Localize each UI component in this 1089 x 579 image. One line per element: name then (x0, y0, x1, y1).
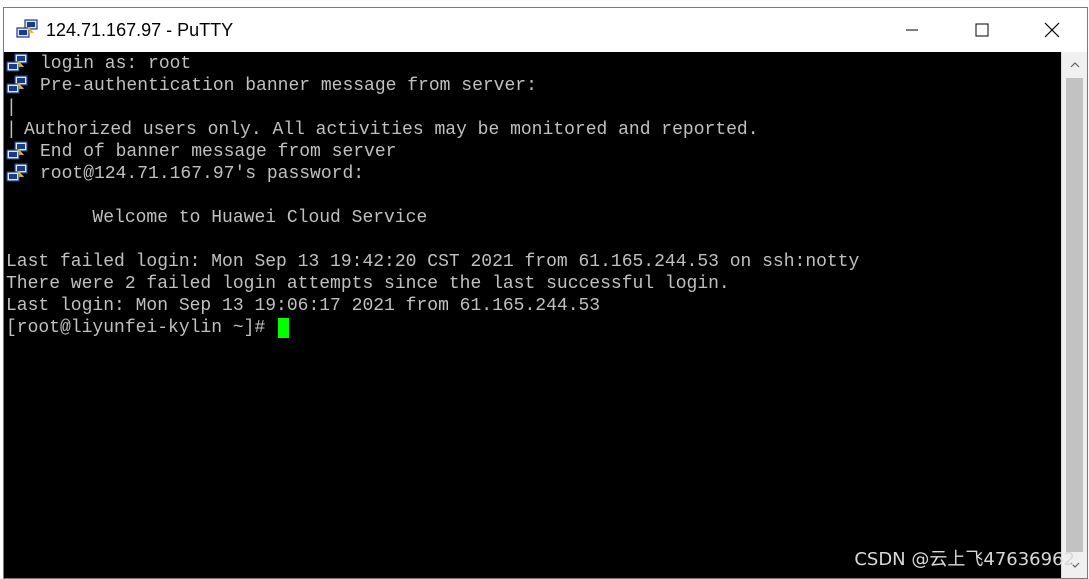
terminal-line: Last failed login: Mon Sep 13 19:42:20 C… (6, 251, 859, 273)
chevron-up-icon (1070, 62, 1080, 68)
putty-icon (14, 17, 40, 43)
terminal-line: Last login: Mon Sep 13 19:06:17 2021 fro… (6, 295, 600, 317)
terminal-line: [root@liyunfei-kylin ~]# (6, 317, 290, 339)
terminal-line-text: Pre-authentication banner message from s… (40, 76, 537, 96)
banner-bar: | (6, 98, 17, 118)
terminal-line: root@124.71.167.97's password: (6, 163, 364, 185)
window-title: 124.71.167.97 - PuTTY (46, 19, 234, 40)
terminal-line: | Authorized users only. All activities m… (6, 119, 759, 141)
terminal-line: login as: root (6, 53, 191, 75)
terminal-line-text: Welcome to Huawei Cloud Service (6, 208, 428, 228)
watermark: CSDN @云上飞47636962 (854, 549, 1075, 570)
terminal-area[interactable]: login as: root Pre-authentication banner … (4, 52, 1062, 578)
terminal-line: Pre-authentication banner message from s… (6, 75, 537, 97)
close-button[interactable] (1017, 8, 1087, 52)
terminal-line-text: End of banner message from server (40, 142, 397, 162)
minimize-button[interactable] (877, 8, 947, 52)
terminal-line-text: Authorized users only. All activities ma… (24, 120, 759, 140)
terminal-line-text: login as: root (40, 54, 192, 74)
putty-window: 124.71.167.97 - PuTTY login as: root Pre-… (3, 7, 1088, 579)
title-bar[interactable]: 124.71.167.97 - PuTTY (4, 8, 1087, 52)
terminal-line-text: root@124.71.167.97's password: (40, 164, 365, 184)
terminal-line: Welcome to Huawei Cloud Service (6, 207, 427, 229)
scroll-up-button[interactable] (1062, 54, 1088, 76)
terminal-line: End of banner message from server (6, 141, 396, 163)
terminal-line-text: There were 2 failed login attempts since… (6, 274, 730, 294)
scroll-thumb[interactable] (1066, 78, 1083, 552)
maximize-button[interactable] (947, 8, 1017, 52)
putty-session-icon (6, 75, 28, 97)
maximize-icon (975, 23, 989, 37)
vertical-scrollbar[interactable] (1061, 52, 1087, 578)
terminal-line: | (6, 97, 24, 119)
terminal-cursor (278, 318, 290, 338)
putty-session-icon (6, 53, 28, 75)
terminal-line: There were 2 failed login attempts since… (6, 273, 730, 295)
putty-session-icon (6, 141, 28, 163)
minimize-icon (906, 29, 918, 31)
close-icon (1044, 22, 1060, 38)
putty-session-icon (6, 163, 28, 185)
terminal-line-text: Last login: Mon Sep 13 19:06:17 2021 fro… (6, 296, 601, 316)
terminal-line-text: [root@liyunfei-kylin ~]# (6, 318, 277, 338)
terminal-line-text: Last failed login: Mon Sep 13 19:42:20 C… (6, 252, 860, 272)
banner-bar: | (6, 120, 17, 140)
